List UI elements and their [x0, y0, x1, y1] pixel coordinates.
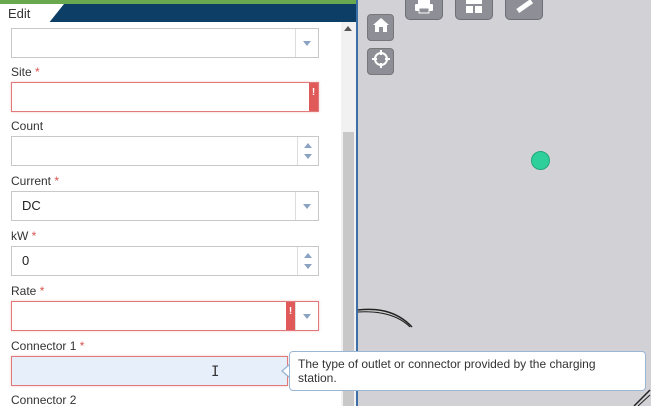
count-stepper[interactable] — [297, 137, 318, 165]
dropdown-toggle[interactable] — [295, 302, 318, 330]
connector1-label: Connector 1 * — [11, 339, 85, 353]
kw-stepper[interactable] — [297, 247, 318, 275]
connector1-input[interactable] — [11, 356, 288, 386]
text-cursor-icon: I — [211, 364, 220, 380]
error-icon: ! — [286, 302, 295, 330]
locate-icon — [371, 50, 390, 73]
measure-icon — [514, 0, 534, 19]
site-label: Site * — [11, 65, 40, 79]
required-marker: * — [35, 65, 40, 79]
home-button[interactable] — [367, 14, 394, 41]
chevron-down-icon[interactable] — [304, 154, 312, 159]
chevron-down-icon — [303, 40, 311, 46]
kw-value: 0 — [22, 253, 30, 268]
count-label: Count — [11, 119, 44, 133]
current-label: Current * — [11, 174, 60, 188]
dropdown-toggle[interactable] — [295, 29, 318, 57]
required-marker: * — [54, 174, 60, 188]
locate-button[interactable] — [367, 48, 394, 75]
basemap-icon — [465, 0, 483, 19]
chevron-down-icon — [303, 313, 311, 319]
rate-label: Rate * — [11, 284, 45, 298]
current-select[interactable]: DC — [11, 191, 319, 221]
chevron-down-icon[interactable] — [304, 264, 312, 269]
field-tooltip: The type of outlet or connector provided… — [289, 351, 646, 391]
connector2-label: Connector 2 — [11, 393, 77, 406]
map-view[interactable] — [358, 0, 651, 406]
tab-edit[interactable]: Edit — [0, 4, 48, 24]
site-input[interactable]: ! — [11, 82, 319, 112]
edit-panel: Edit Site * ! Count Current * DC kW * 0 — [0, 0, 356, 406]
tooltip-text: The type of outlet or connector provided… — [298, 357, 596, 385]
measure-button[interactable] — [505, 0, 543, 20]
top-dropdown[interactable] — [11, 28, 319, 58]
map-point-marker[interactable] — [531, 151, 550, 170]
chevron-up-icon[interactable] — [304, 253, 312, 258]
print-button[interactable] — [405, 0, 443, 20]
print-icon — [414, 0, 434, 19]
count-input[interactable] — [11, 136, 319, 166]
chevron-down-icon — [303, 203, 311, 209]
rate-select[interactable]: ! — [11, 301, 319, 331]
error-icon: ! — [309, 83, 318, 111]
tab-slant — [48, 4, 64, 24]
dropdown-toggle[interactable] — [295, 192, 318, 220]
basemap-button[interactable] — [455, 0, 493, 20]
panel-divider[interactable] — [356, 0, 358, 406]
map-line-feature — [357, 308, 413, 328]
scroll-up-icon[interactable] — [344, 26, 352, 31]
kw-label: kW * — [11, 229, 37, 243]
kw-input[interactable]: 0 — [11, 246, 319, 276]
required-marker: * — [79, 339, 85, 353]
chevron-up-icon[interactable] — [304, 143, 312, 148]
home-icon — [372, 17, 390, 38]
required-marker: * — [31, 229, 37, 243]
current-value: DC — [22, 198, 41, 213]
required-marker: * — [39, 284, 45, 298]
